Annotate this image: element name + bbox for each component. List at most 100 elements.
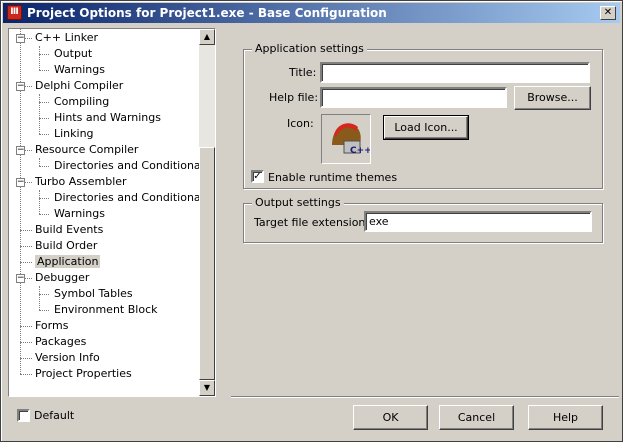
window-title: Project Options for Project1.exe - Base … [27,6,387,20]
tree-item[interactable]: Version Info [35,350,100,366]
tree-item[interactable]: Forms [35,318,68,334]
tree-child-line [39,190,40,214]
load-icon-button[interactable]: Load Icon... [383,115,469,140]
tree-child-line [39,46,40,70]
tree-connector [39,134,49,135]
runtime-themes-checkbox[interactable]: ✓ [251,170,264,183]
tree-connector [39,166,49,167]
tree-subitem[interactable]: Directories and Conditionals [54,190,201,206]
tree-item-label: Packages [35,335,87,348]
tree-item-label: Build Events [35,223,104,236]
tree-item-label: Warnings [54,63,105,76]
tree-item-label: Directories and Conditionals [54,191,201,204]
tree-item-label: Delphi Compiler [35,79,124,92]
title-label: Title: [289,66,317,79]
default-label[interactable]: Default [34,409,74,422]
tree-connector [20,262,32,263]
tree-item-label: Compiling [54,95,110,108]
output-settings-title: Output settings [252,196,344,209]
scroll-up-button[interactable]: ▲ [199,29,215,45]
default-checkbox[interactable] [17,409,30,422]
tree-items: − C++ Linker Output Warnings − Delphi Compile… [9,29,201,396]
tree-connector [20,246,32,247]
application-settings-title: Application settings [252,42,367,55]
tree-connector [39,102,49,103]
target-extension-input[interactable] [364,211,592,232]
tree-item[interactable]: Application [35,254,101,270]
tree-item-label: Application [35,255,101,268]
close-button[interactable]: ✕ [600,6,616,20]
tree-item-label: Symbol Tables [54,287,133,300]
collapse-toggle-icon[interactable]: − [16,82,25,91]
tree-connector [39,118,49,119]
tree-item-label: Debugger [35,271,90,284]
tree-child-line [39,94,40,134]
tree-item-label: Version Info [35,351,100,364]
tree-connector [39,54,49,55]
tree-child-line [39,286,40,310]
tree-connector [20,374,32,375]
tree-item-label: Environment Block [54,303,158,316]
tree-item[interactable]: Build Order [35,238,97,254]
tree-item-label: Warnings [54,207,105,220]
tree-connector [20,358,32,359]
tree-connector [39,214,49,215]
tree-item-label: Forms [35,319,69,332]
tree-item-label: Resource Compiler [35,143,139,156]
tree-item[interactable]: Build Events [35,222,103,238]
tree-item-label: Project Properties [35,367,132,380]
tree-item-label: Hints and Warnings [54,111,161,124]
tree-scrollbar[interactable]: ▲ ▼ [199,29,215,396]
tree-subitem[interactable]: Linking [54,126,94,142]
app-icon-preview: C++ [321,114,372,164]
tree-connector [39,310,49,311]
tree-connector [39,70,49,71]
tree-connector [20,230,32,231]
tree-item[interactable]: Project Properties [35,366,132,382]
tree-item-label: Linking [54,127,94,140]
tree-item[interactable]: Packages [35,334,86,350]
help-button[interactable]: Help [528,405,603,430]
helmet-icon: C++ [332,123,372,156]
tree-subitem[interactable]: Symbol Tables [54,286,133,302]
tree-subitem[interactable]: Warnings [54,206,105,222]
target-extension-label: Target file extension: [254,216,370,229]
tree-item-label: Output [54,47,93,60]
runtime-themes-label[interactable]: Enable runtime themes [268,171,397,184]
app-icon: Ⅲ [7,5,22,20]
tree-item[interactable]: Turbo Assembler [35,174,127,190]
tree-subitem[interactable]: Hints and Warnings [54,110,161,126]
tree-item-label: C++ Linker [35,31,99,44]
scroll-down-button[interactable]: ▼ [199,380,215,396]
help-file-label: Help file: [269,91,319,104]
tree-subitem[interactable]: Environment Block [54,302,158,318]
tree-item[interactable]: Debugger [35,270,89,286]
tree-subitem[interactable]: Directories and Conditionals [54,158,201,174]
cancel-button[interactable]: Cancel [439,405,514,430]
scroll-thumb[interactable] [199,147,215,380]
tree-connector [39,294,49,295]
tree-item[interactable]: Delphi Compiler [35,78,123,94]
tree-connector [39,198,49,199]
browse-button[interactable]: Browse... [514,86,591,110]
tree-subitem[interactable]: Compiling [54,94,109,110]
tree-connector [20,342,32,343]
tree-connector [20,326,32,327]
collapse-toggle-icon[interactable]: − [16,146,25,155]
tree-child-line [39,158,40,166]
collapse-toggle-icon[interactable]: − [16,274,25,283]
collapse-toggle-icon[interactable]: − [16,34,25,43]
ok-button[interactable]: OK [353,405,428,430]
title-bar[interactable]: Ⅲ Project Options for Project1.exe - Bas… [3,3,620,23]
tree-item-label: Build Order [35,239,98,252]
options-tree[interactable]: − C++ Linker Output Warnings − Delphi Compile… [8,28,216,397]
footer-separator [231,396,619,398]
tree-item-label: Directories and Conditionals [54,159,201,172]
tree-item[interactable]: Resource Compiler [35,142,138,158]
tree-subitem[interactable]: Warnings [54,62,105,78]
title-input[interactable] [320,62,590,83]
tree-subitem[interactable]: Output [54,46,92,62]
help-file-input[interactable] [320,87,507,108]
collapse-toggle-icon[interactable]: − [16,178,25,187]
tree-item[interactable]: C++ Linker [35,30,98,46]
